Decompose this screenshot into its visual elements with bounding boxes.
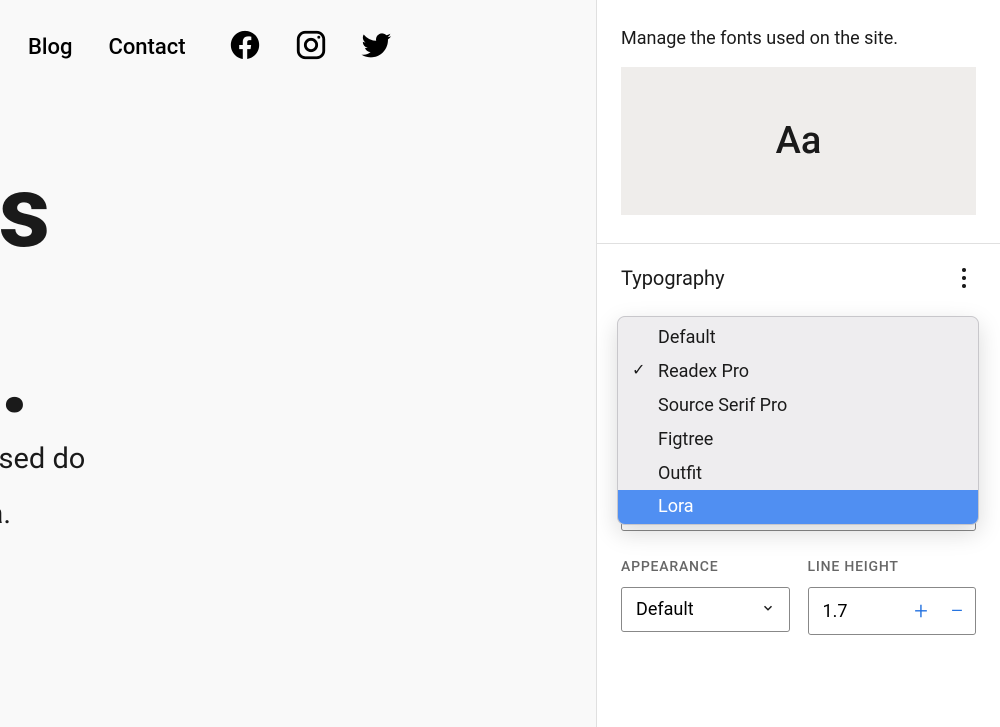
lineheight-label: LINE HEIGHT	[808, 559, 977, 575]
preview-nav: Blog Contact	[0, 0, 596, 66]
appearance-label: APPEARANCE	[621, 559, 790, 575]
appearance-value: Default	[636, 599, 694, 620]
font-option-outfit[interactable]: Outfit	[618, 457, 978, 491]
body-line-1: scing elit, sed do	[0, 432, 85, 487]
fonts-description: Manage the fonts used on the site.	[597, 0, 1000, 67]
hero-body: scing elit, sed do gna aliqua.	[0, 432, 85, 542]
font-preview-box[interactable]: Aa	[621, 67, 976, 215]
twitter-icon[interactable]	[360, 28, 394, 66]
lineheight-increment-button[interactable]: +	[903, 588, 939, 634]
font-preview-text: Aa	[776, 119, 822, 163]
font-option-source-serif-pro[interactable]: Source Serif Pro	[618, 389, 978, 423]
lineheight-stepper[interactable]: 1.7 + −	[808, 587, 977, 635]
lineheight-decrement-button[interactable]: −	[939, 588, 975, 634]
facebook-icon[interactable]	[228, 28, 262, 66]
font-family-dropdown[interactable]: Default Readex Pro Source Serif Pro Figt…	[617, 316, 979, 525]
font-option-figtree[interactable]: Figtree	[618, 423, 978, 457]
font-option-lora[interactable]: Lora	[618, 490, 978, 524]
font-option-readex-pro[interactable]: Readex Pro	[618, 355, 978, 389]
nav-link-contact[interactable]: Contact	[108, 35, 185, 60]
hero-title: sites	[0, 160, 48, 265]
font-option-default[interactable]: Default	[618, 317, 978, 355]
lineheight-value: 1.7	[809, 601, 904, 622]
site-preview: Blog Contact sites . scing elit, sed do …	[0, 0, 596, 727]
body-line-2: gna aliqua.	[0, 487, 85, 542]
instagram-icon[interactable]	[294, 28, 328, 66]
nav-link-blog[interactable]: Blog	[28, 35, 72, 60]
more-options-icon[interactable]	[952, 266, 976, 290]
typography-heading: Typography	[621, 266, 725, 290]
hero-dot: .	[0, 320, 30, 437]
appearance-select[interactable]: Default	[621, 587, 790, 632]
settings-sidebar: Manage the fonts used on the site. Aa Ty…	[596, 0, 1000, 727]
chevron-down-icon	[761, 599, 775, 620]
